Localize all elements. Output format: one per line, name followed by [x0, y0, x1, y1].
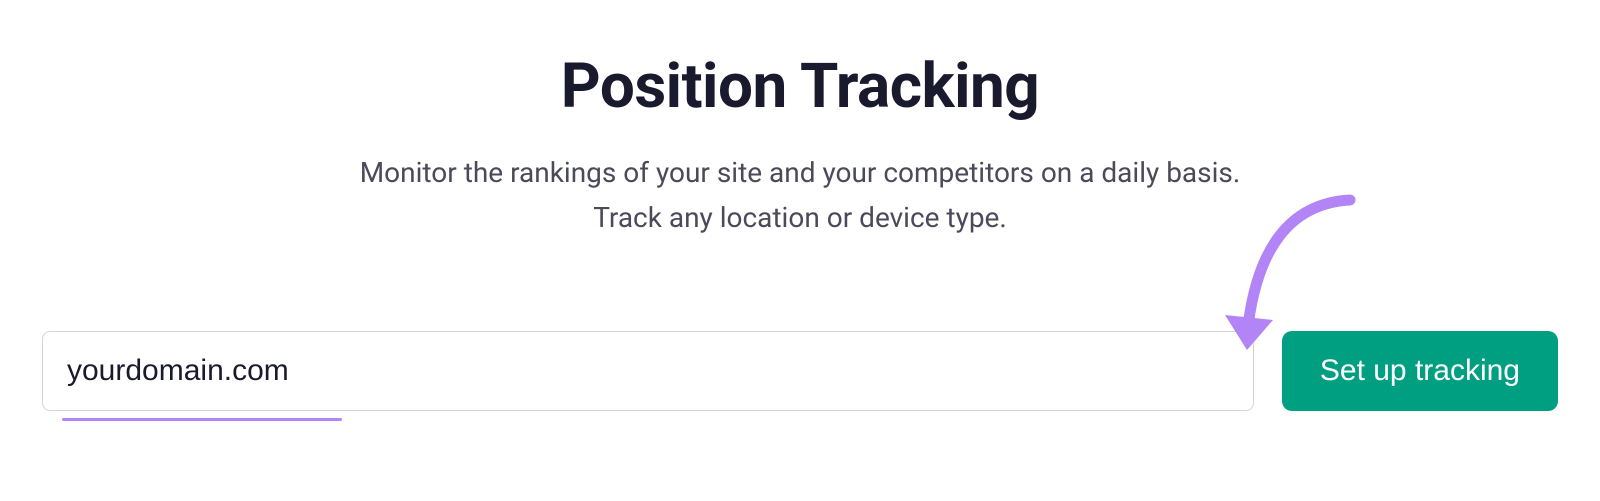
- subtitle-line-2: Track any location or device type.: [593, 201, 1007, 234]
- domain-input[interactable]: [42, 331, 1254, 411]
- page-title: Position Tracking: [0, 50, 1600, 123]
- setup-tracking-button[interactable]: Set up tracking: [1282, 331, 1558, 411]
- page-subtitle: Monitor the rankings of your site and yo…: [200, 151, 1400, 241]
- page-header: Position Tracking Monitor the rankings o…: [0, 50, 1600, 241]
- annotation-underline: [62, 418, 342, 421]
- tracking-form: Set up tracking: [0, 331, 1600, 411]
- subtitle-line-1: Monitor the rankings of your site and yo…: [360, 156, 1241, 189]
